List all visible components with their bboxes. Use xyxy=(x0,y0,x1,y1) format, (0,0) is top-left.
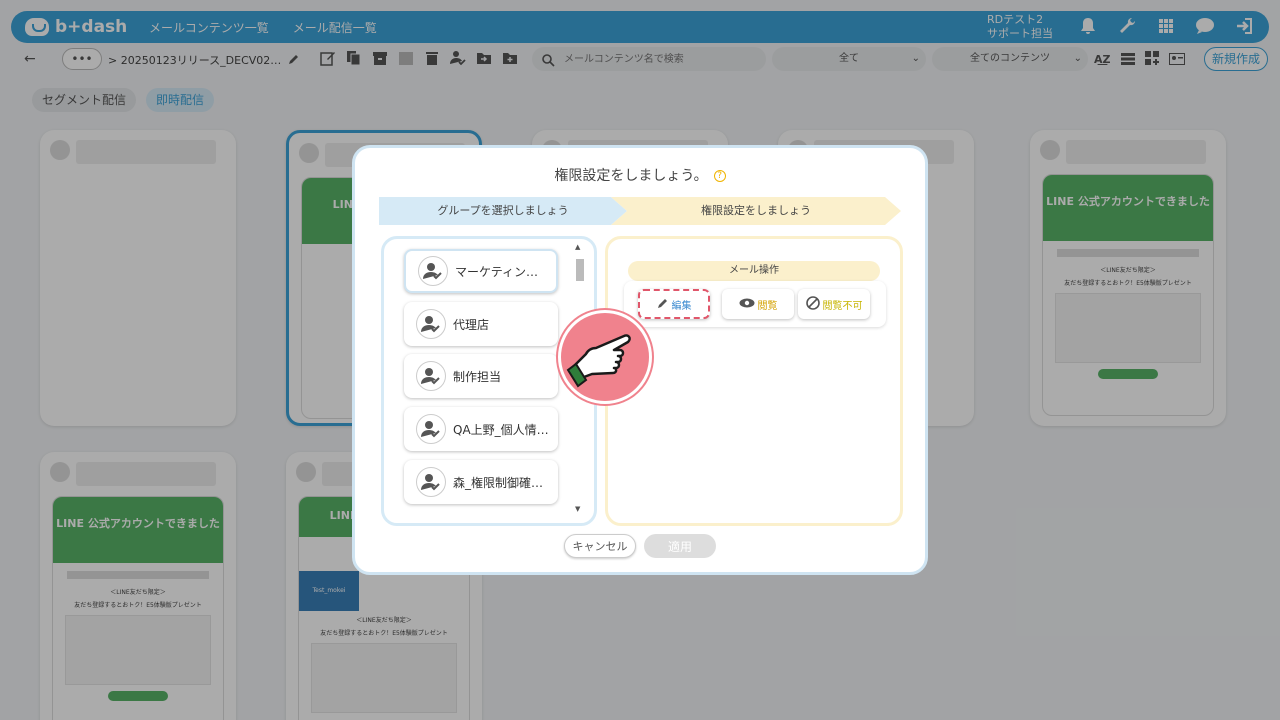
user-check-icon xyxy=(416,467,446,497)
scroll-down-icon[interactable]: ▼ xyxy=(575,505,580,513)
mail-operation-header: メール操作 xyxy=(628,261,880,281)
user-check-icon xyxy=(418,256,448,286)
group-item-production[interactable]: 制作担当 xyxy=(404,354,558,398)
permission-view-button[interactable]: 閲覧 xyxy=(722,289,794,319)
user-check-icon xyxy=(416,361,446,391)
step-indicator: グループを選択しましょう 権限設定をしましょう xyxy=(379,197,901,225)
user-check-icon xyxy=(416,309,446,339)
group-item-marketing[interactable]: マーケティン… xyxy=(404,249,558,293)
group-item-qa-ueno[interactable]: QA上野_個人情… xyxy=(404,407,558,451)
pencil-icon xyxy=(657,297,669,312)
apply-button[interactable]: 適用 xyxy=(644,534,716,558)
scroll-thumb[interactable] xyxy=(576,259,584,281)
scroll-up-icon[interactable]: ▲ xyxy=(575,243,580,251)
prohibited-icon xyxy=(805,295,820,313)
pointing-hand-icon xyxy=(558,310,652,404)
permission-no-view-button[interactable]: 閲覧不可 xyxy=(798,289,870,319)
eye-icon xyxy=(739,298,755,311)
step-select-group: グループを選択しましょう xyxy=(379,197,627,225)
modal-title: 権限設定をしましょう。? xyxy=(355,165,925,185)
user-check-icon xyxy=(416,414,446,444)
group-item-agency[interactable]: 代理店 xyxy=(404,302,558,346)
step-set-permission: 権限設定をしましょう xyxy=(611,197,901,225)
help-icon[interactable]: ? xyxy=(713,170,726,182)
cancel-button[interactable]: キャンセル xyxy=(564,534,636,558)
group-item-mori[interactable]: 森_権限制御確… xyxy=(404,460,558,504)
